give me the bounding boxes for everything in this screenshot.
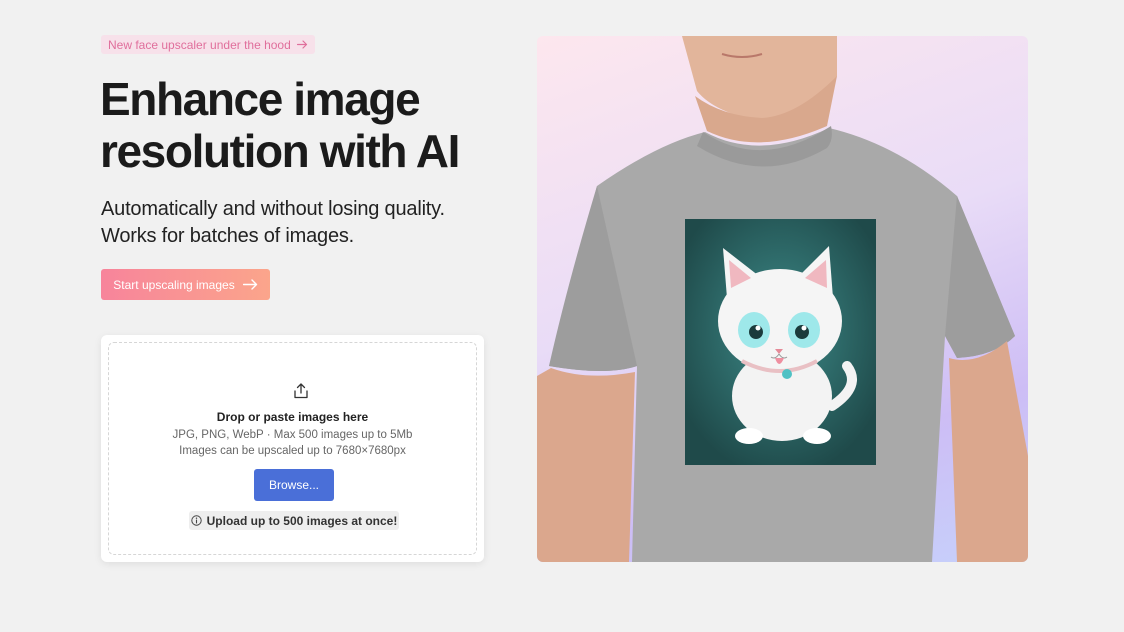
badge-label: New face upscaler under the hood: [108, 37, 291, 52]
info-icon: [190, 515, 202, 526]
upload-icon: [292, 382, 310, 400]
preview-image: [537, 36, 1028, 562]
upload-card: Drop or paste images here JPG, PNG, WebP…: [101, 335, 484, 562]
dropzone[interactable]: Drop or paste images here JPG, PNG, WebP…: [108, 342, 477, 555]
page-subtitle: Automatically and without losing quality…: [101, 196, 501, 250]
upload-note-label: Upload up to 500 images at once!: [206, 513, 398, 528]
announcement-badge[interactable]: New face upscaler under the hood: [101, 35, 315, 54]
start-upscaling-button[interactable]: Start upscaling images: [101, 269, 270, 300]
page-title: Enhance image resolution with AI: [100, 73, 460, 177]
cta-label: Start upscaling images: [113, 277, 235, 292]
subtitle-line-2: Works for batches of images.: [101, 225, 355, 247]
supported-formats: JPG, PNG, WebP · Max 500 images up to 5M…: [172, 429, 413, 441]
subtitle-line-1: Automatically and without losing quality…: [101, 198, 445, 220]
browse-button[interactable]: Browse...: [254, 469, 334, 501]
page: New face upscaler under the hood Enhance…: [0, 0, 1124, 632]
max-resolution: Images can be upscaled up to 7680×7680px: [179, 445, 406, 457]
arrow-right-icon: [242, 279, 258, 290]
upload-limit-note: Upload up to 500 images at once!: [189, 511, 399, 530]
arrow-right-icon: [296, 40, 308, 49]
dropzone-title: Drop or paste images here: [216, 410, 369, 424]
